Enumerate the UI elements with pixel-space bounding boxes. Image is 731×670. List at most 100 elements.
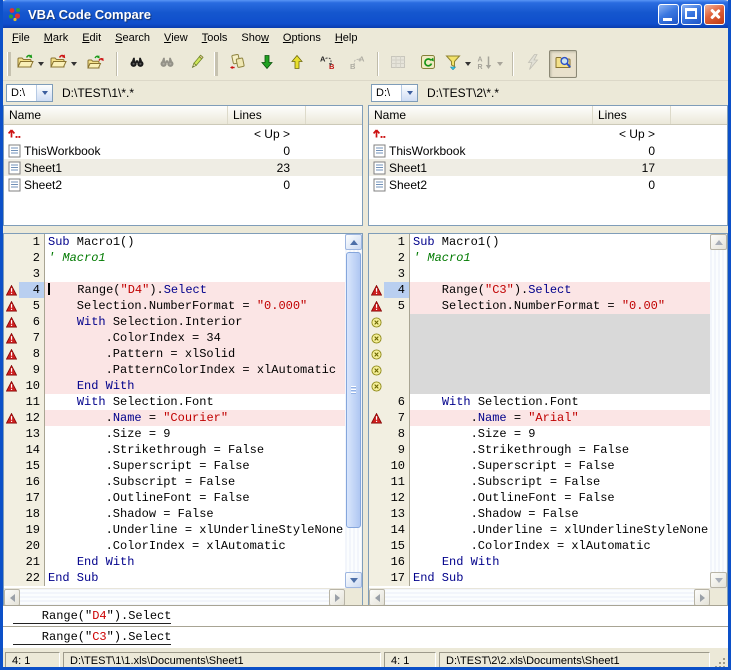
menu-help[interactable]: Help [328,29,365,47]
code-line[interactable]: 10 .Superscript = False [369,458,710,474]
code-line[interactable] [369,330,710,346]
right-drive-selector[interactable]: D:\ [371,84,418,102]
menu-show[interactable]: Show [234,29,276,47]
code-line[interactable]: 13 .Size = 9 [4,426,345,442]
code-line[interactable] [369,362,710,378]
right-code-editor[interactable]: 1Sub Macro1()2' Macro134 Range("C3").Sel… [369,234,710,588]
edit-button[interactable] [183,50,211,78]
resize-grip[interactable] [713,656,727,670]
dropdown-arrow-icon[interactable] [38,62,44,66]
previous-difference-button[interactable] [283,50,311,78]
code-line[interactable]: 16 End With [369,554,710,570]
file-row[interactable]: Sheet20 [369,176,727,193]
code-line[interactable]: 18 .Shadow = False [4,506,345,522]
open-both-button[interactable] [82,50,110,78]
scroll-right-button[interactable] [694,589,710,606]
left-drive-selector[interactable]: D:\ [6,84,53,102]
scroll-track[interactable] [20,589,329,606]
code-line[interactable]: 20 .ColorIndex = xlAutomatic [4,538,345,554]
scroll-left-button[interactable] [369,589,385,606]
code-line[interactable] [369,346,710,362]
minimize-button[interactable] [658,4,679,25]
scroll-track[interactable] [345,250,362,572]
copy-a-to-b-button[interactable]: AB [313,50,341,78]
refresh-button[interactable] [414,50,442,78]
code-line[interactable]: 3 [4,266,345,282]
maximize-button[interactable] [681,4,702,25]
scroll-track[interactable] [710,250,727,572]
code-line[interactable]: 10 End With [4,378,345,394]
scroll-left-button[interactable] [4,589,20,606]
file-row[interactable]: Sheet20 [4,176,362,193]
find-button[interactable] [123,50,151,78]
scroll-track[interactable] [385,589,694,606]
code-line[interactable]: 13 .Shadow = False [369,506,710,522]
code-line[interactable]: 15 .Superscript = False [4,458,345,474]
file-row[interactable]: ThisWorkbook0 [369,142,727,159]
code-line[interactable]: 19 .Underline = xlUnderlineStyleNone [4,522,345,538]
column-header-lines[interactable]: Lines [593,106,671,124]
scroll-down-button[interactable] [345,572,362,588]
code-line[interactable]: 4 Range("C3").Select [369,282,710,298]
code-line[interactable]: 2' Macro1 [369,250,710,266]
menu-search[interactable]: Search [108,29,157,47]
right-horizontal-scrollbar[interactable] [369,588,727,606]
dropdown-arrow-icon[interactable] [465,62,471,66]
code-line[interactable]: 7 .ColorIndex = 34 [4,330,345,346]
code-line[interactable] [369,378,710,394]
code-line[interactable]: 14 .Underline = xlUnderlineStyleNone [369,522,710,538]
column-header-name[interactable]: Name [369,106,593,124]
scroll-down-button[interactable] [710,572,727,588]
code-line[interactable]: 9 .Strikethrough = False [369,442,710,458]
menu-edit[interactable]: Edit [75,29,108,47]
file-row[interactable]: ThisWorkbook0 [4,142,362,159]
file-row[interactable]: < Up > [369,125,727,142]
close-button[interactable] [704,4,725,25]
code-line[interactable]: 11 .Subscript = False [369,474,710,490]
code-line[interactable] [369,314,710,330]
scroll-thumb[interactable] [346,252,361,528]
code-line[interactable]: 5 Selection.NumberFormat = "0.00" [369,298,710,314]
menu-mark[interactable]: Mark [37,29,75,47]
code-line[interactable]: 1Sub Macro1() [4,234,345,250]
view-results-button[interactable] [549,50,577,78]
scroll-up-button[interactable] [345,234,362,250]
column-header-empty[interactable] [671,106,727,124]
titlebar[interactable]: VBA Code Compare [0,0,731,28]
scroll-up-button[interactable] [710,234,727,250]
scroll-right-button[interactable] [329,589,345,606]
menu-options[interactable]: Options [276,29,328,47]
filter-button[interactable] [444,50,474,78]
code-line[interactable]: 21 End With [4,554,345,570]
compare-button[interactable] [223,50,251,78]
menu-view[interactable]: View [157,29,195,47]
code-line[interactable]: 22End Sub [4,570,345,586]
code-line[interactable]: 9 .PatternColorIndex = xlAutomatic [4,362,345,378]
code-line[interactable]: 7 .Name = "Arial" [369,410,710,426]
code-line[interactable]: 8 .Size = 9 [369,426,710,442]
code-line[interactable]: 17 .OutlineFont = False [4,490,345,506]
file-row[interactable]: < Up > [4,125,362,142]
code-line[interactable]: 15 .ColorIndex = xlAutomatic [369,538,710,554]
code-line[interactable]: 8 .Pattern = xlSolid [4,346,345,362]
code-line[interactable]: 12 .Name = "Courier" [4,410,345,426]
code-line[interactable]: 12 .OutlineFont = False [369,490,710,506]
column-header-lines[interactable]: Lines [228,106,306,124]
menu-tools[interactable]: Tools [195,29,235,47]
file-row[interactable]: Sheet123 [4,159,362,176]
dropdown-arrow-icon[interactable] [71,62,77,66]
column-header-empty[interactable] [306,106,362,124]
code-line[interactable]: 11 With Selection.Font [4,394,345,410]
left-code-editor[interactable]: 1Sub Macro1()2' Macro134 Range("D4").Sel… [4,234,345,588]
code-line[interactable]: 5 Selection.NumberFormat = "0.000" [4,298,345,314]
code-line[interactable]: 6 With Selection.Interior [4,314,345,330]
left-drive-dropdown-button[interactable] [36,85,52,101]
code-line[interactable]: 1Sub Macro1() [369,234,710,250]
code-line[interactable]: 2' Macro1 [4,250,345,266]
code-line[interactable]: 4 Range("D4").Select [4,282,345,298]
file-row[interactable]: Sheet117 [369,159,727,176]
left-horizontal-scrollbar[interactable] [4,588,362,606]
column-header-name[interactable]: Name [4,106,228,124]
left-code-panel[interactable]: 1Sub Macro1()2' Macro134 Range("D4").Sel… [3,233,363,607]
next-difference-button[interactable] [253,50,281,78]
